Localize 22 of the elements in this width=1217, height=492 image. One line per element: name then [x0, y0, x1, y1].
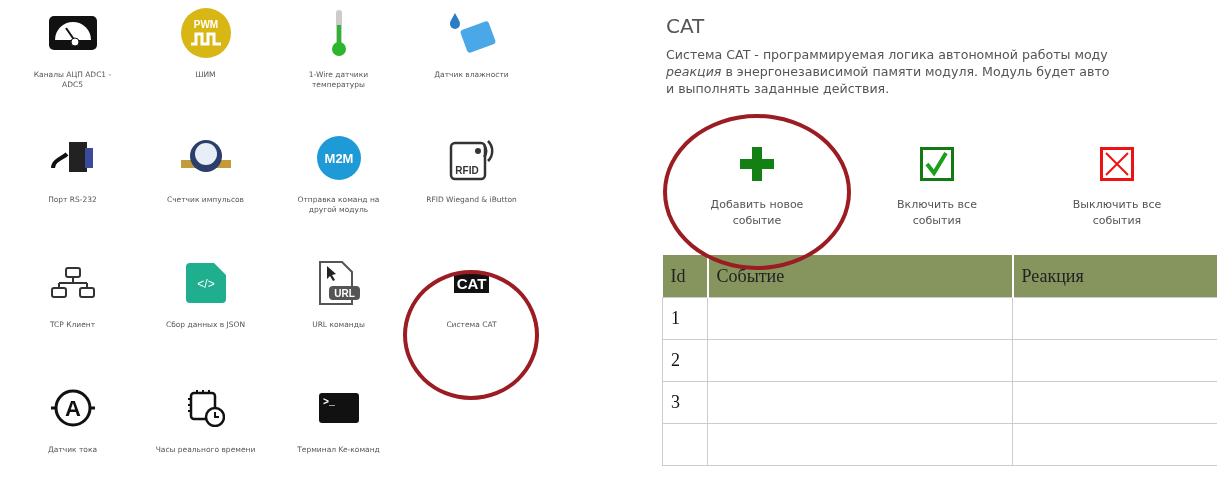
code-file-icon: </>	[185, 263, 226, 303]
table-cell: 3	[662, 381, 708, 424]
column-header: Реакция	[1012, 255, 1217, 298]
plus-icon	[740, 147, 774, 181]
network-icon	[49, 266, 96, 300]
thermometer-icon	[330, 9, 347, 57]
action-button[interactable]: Добавить новое событие	[667, 147, 847, 229]
description: Система CAT - программируемая логика автономной работы моду реакция в энергонезависимой памяти модуля. Модуль будет авто и выполнять заданные действия.	[666, 46, 1111, 97]
action-button[interactable]: Выключить все события	[1027, 147, 1207, 229]
table-cell: 2	[662, 339, 708, 382]
action-button[interactable]: Включить все события	[847, 147, 1027, 229]
gauge-icon	[47, 14, 98, 52]
page-title: CAT	[666, 14, 706, 38]
table-cell: 1	[662, 297, 708, 340]
checkbox-checked-icon	[920, 147, 954, 181]
column-header: Id	[662, 255, 708, 298]
column-header: Событие	[707, 255, 1013, 298]
m2m-icon: M2M	[316, 136, 361, 180]
checkbox-cross-icon	[1100, 147, 1134, 181]
terminal-icon: >_	[318, 393, 359, 423]
chip-clock-icon	[186, 389, 225, 427]
pwm-icon: PWM	[180, 8, 231, 58]
